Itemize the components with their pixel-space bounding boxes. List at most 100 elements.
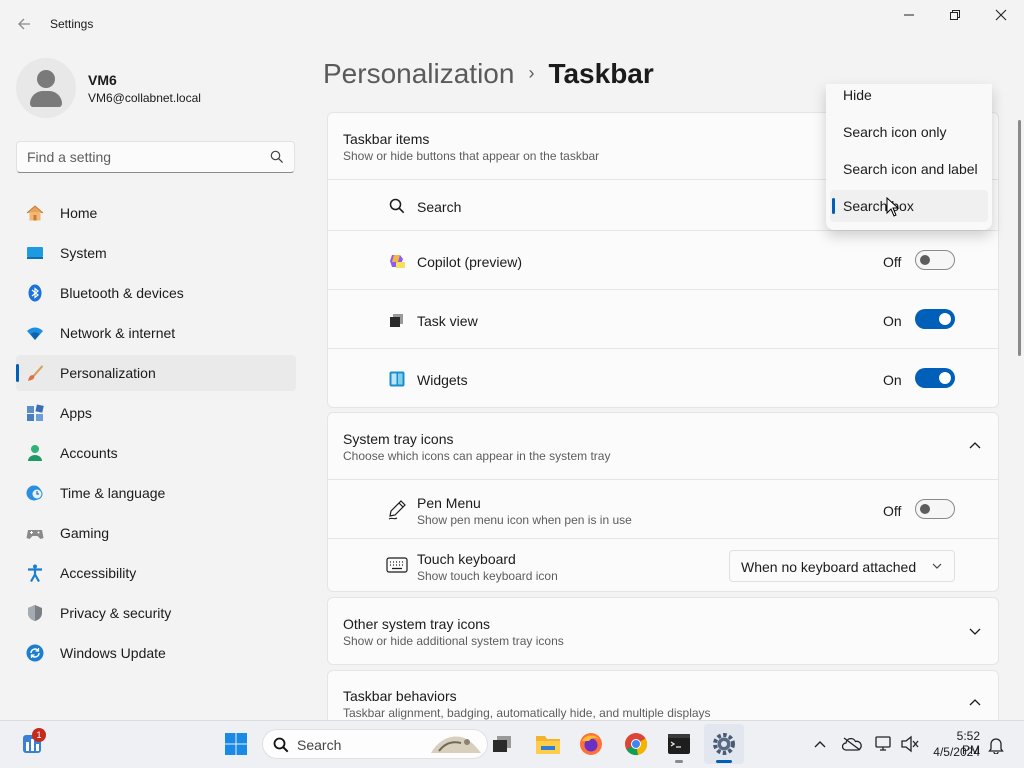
- sidebar-item-time-language[interactable]: Time & language: [16, 475, 296, 511]
- divider: [327, 348, 999, 349]
- pen-menu-toggle[interactable]: [915, 499, 955, 519]
- sidebar-item-privacy-security[interactable]: Privacy & security: [16, 595, 296, 631]
- task-view-row-label: Task view: [417, 313, 478, 329]
- chevron-down-icon: [932, 563, 942, 569]
- breadcrumb-separator: ›: [528, 63, 535, 83]
- network-icon[interactable]: [874, 735, 894, 753]
- pen-menu-sub: Show pen menu icon when pen is in use: [417, 513, 632, 527]
- widgets-toggle[interactable]: [915, 368, 955, 388]
- chrome-icon[interactable]: [624, 732, 648, 756]
- chevron-up-icon[interactable]: [968, 698, 982, 708]
- touch-keyboard-sub: Show touch keyboard icon: [417, 569, 558, 583]
- menu-item-search-icon-and-label[interactable]: Search icon and label: [830, 153, 988, 185]
- mouse-cursor-icon: [886, 197, 900, 217]
- breadcrumb-parent[interactable]: Personalization: [323, 58, 514, 89]
- onedrive-icon[interactable]: [842, 736, 862, 752]
- touch-keyboard-label: Touch keyboard: [417, 551, 516, 567]
- avatar[interactable]: [16, 58, 76, 118]
- clock-date[interactable]: 4/5/2024: [928, 745, 980, 759]
- notification-badge: 1: [32, 728, 46, 742]
- task-view-icon[interactable]: [491, 734, 513, 754]
- sidebar-item-label: Network & internet: [60, 325, 176, 341]
- menu-item-search-box[interactable]: Search box: [830, 190, 988, 222]
- user-name: VM6: [88, 72, 117, 88]
- chevron-up-icon[interactable]: [968, 441, 982, 451]
- menu-item-label: Search box: [843, 198, 914, 214]
- sidebar-item-network[interactable]: Network & internet: [16, 315, 296, 351]
- sidebar-item-accounts[interactable]: Accounts: [16, 435, 296, 471]
- scrollbar[interactable]: [1018, 120, 1021, 356]
- back-button[interactable]: [10, 12, 38, 36]
- firefox-icon[interactable]: [579, 732, 603, 756]
- active-indicator: [716, 760, 732, 763]
- maximize-button[interactable]: [933, 6, 977, 28]
- terminal-icon[interactable]: [667, 733, 691, 755]
- accessibility-icon: [28, 564, 42, 582]
- user-email: VM6@collabnet.local: [88, 91, 201, 105]
- notification-bell-icon[interactable]: [988, 736, 1004, 754]
- search-input[interactable]: [27, 148, 257, 166]
- task-view-state: On: [883, 313, 902, 329]
- sidebar-item-apps[interactable]: Apps: [16, 395, 296, 431]
- breadcrumb: Personalization › Taskbar: [323, 58, 654, 90]
- running-indicator: [675, 760, 683, 763]
- sidebar-item-label: Personalization: [60, 365, 156, 381]
- section-title: System tray icons: [343, 431, 454, 447]
- sidebar-item-label: Windows Update: [60, 645, 166, 661]
- copilot-toggle[interactable]: [915, 250, 955, 270]
- divider: [327, 289, 999, 290]
- clock-globe-icon: [26, 485, 43, 501]
- search-row-label: Search: [417, 199, 462, 215]
- gamepad-icon: [26, 530, 44, 539]
- sidebar-item-label: System: [60, 245, 107, 261]
- sidebar-item-label: Privacy & security: [60, 605, 172, 621]
- selection-indicator: [832, 198, 835, 214]
- search-icon: [389, 198, 405, 214]
- volume-icon[interactable]: [900, 735, 920, 753]
- sidebar-item-label: Accounts: [60, 445, 118, 461]
- taskbar-widgets[interactable]: 1: [22, 728, 46, 756]
- update-icon: [26, 644, 44, 662]
- apps-icon: [27, 404, 44, 421]
- section-subtitle: Show or hide additional system tray icon…: [343, 634, 564, 648]
- sidebar-item-label: Time & language: [60, 485, 166, 501]
- task-view-icon: [390, 314, 403, 327]
- page-title: Taskbar: [548, 58, 654, 89]
- sidebar-item-accessibility[interactable]: Accessibility: [16, 555, 296, 591]
- start-icon[interactable]: [224, 732, 248, 756]
- sidebar-item-gaming[interactable]: Gaming: [16, 515, 296, 551]
- back-arrow-icon: [18, 18, 30, 30]
- pen-icon: [388, 500, 406, 520]
- chevron-up-icon[interactable]: [813, 738, 827, 750]
- divider: [327, 479, 999, 480]
- sidebar-item-personalization[interactable]: Personalization: [16, 355, 296, 391]
- pen-menu-state: Off: [883, 503, 902, 519]
- taskbar-search[interactable]: Search: [262, 729, 488, 759]
- close-icon: [995, 9, 1007, 21]
- sidebar-item-home[interactable]: Home: [16, 195, 296, 231]
- chevron-down-icon[interactable]: [968, 626, 982, 636]
- section-title: Other system tray icons: [343, 616, 491, 632]
- menu-item-label: Hide: [843, 87, 872, 103]
- file-explorer-icon[interactable]: [535, 733, 561, 755]
- selection-indicator: [16, 364, 19, 382]
- sidebar-item-system[interactable]: System: [16, 235, 296, 271]
- settings-icon[interactable]: [712, 732, 736, 756]
- home-icon: [26, 205, 44, 221]
- menu-item-label: Search icon and label: [843, 161, 978, 177]
- search-icon: [273, 737, 289, 753]
- close-button[interactable]: [979, 6, 1023, 28]
- sidebar-item-windows-update[interactable]: Windows Update: [16, 635, 296, 671]
- menu-item-search-icon-only[interactable]: Search icon only: [830, 116, 988, 148]
- widgets-row-label: Widgets: [417, 372, 468, 388]
- sidebar-item-bluetooth[interactable]: Bluetooth & devices: [16, 275, 296, 311]
- minimize-button[interactable]: [887, 6, 931, 28]
- divider: [327, 538, 999, 539]
- minimize-icon: [904, 14, 914, 16]
- section-title: Taskbar items: [343, 131, 430, 147]
- find-setting-search[interactable]: [16, 141, 295, 173]
- app-title: Settings: [50, 17, 94, 31]
- touch-keyboard-dropdown[interactable]: When no keyboard attached: [729, 550, 955, 582]
- task-view-toggle[interactable]: [915, 309, 955, 329]
- menu-item-hide[interactable]: Hide: [830, 84, 988, 111]
